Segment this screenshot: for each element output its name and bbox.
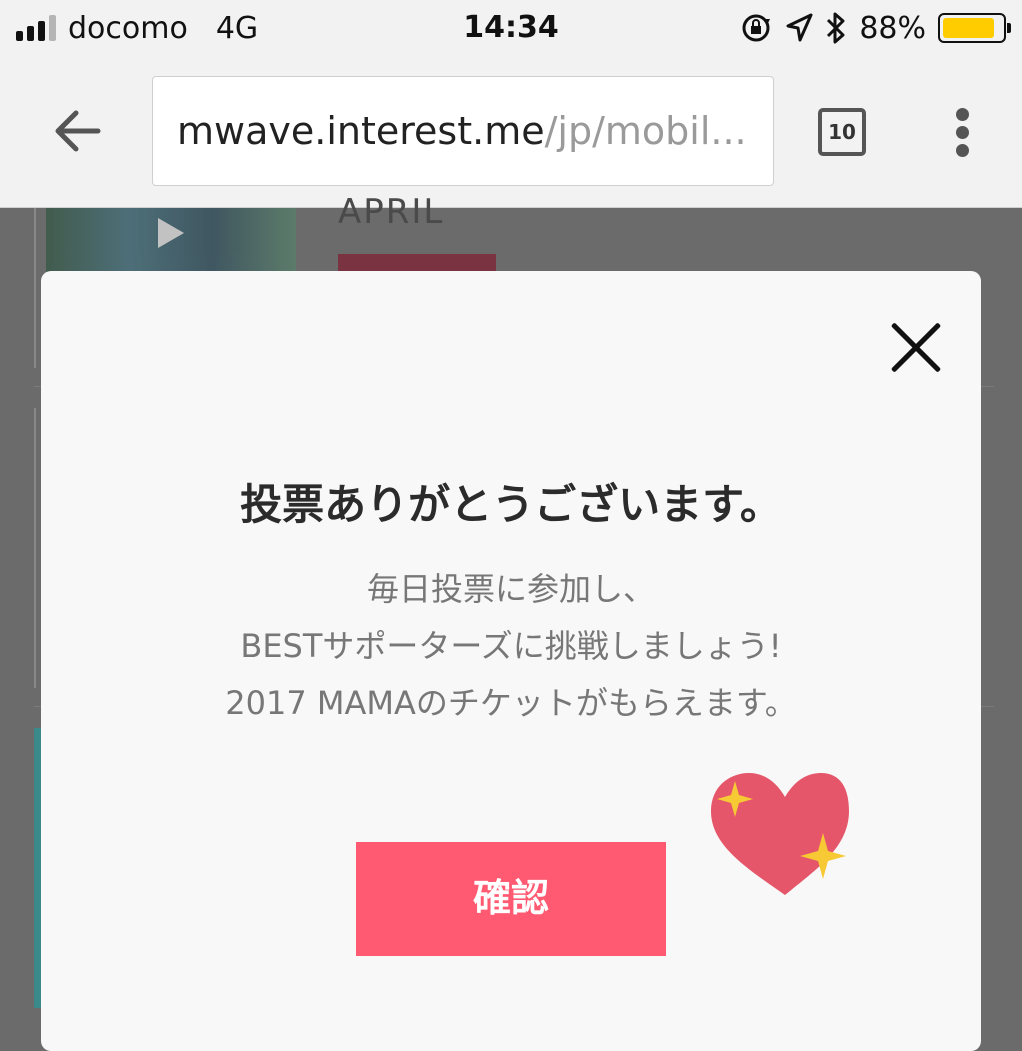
url-bar[interactable]: mwave.interest.me/jp/mobil... xyxy=(152,76,774,186)
location-arrow-icon xyxy=(786,13,813,42)
bluetooth-icon xyxy=(827,12,845,44)
confirm-button[interactable]: 確認 xyxy=(356,842,666,956)
play-icon xyxy=(158,218,184,248)
artist-name: APRIL xyxy=(338,192,445,232)
divider xyxy=(34,408,36,688)
back-arrow-icon[interactable] xyxy=(50,103,106,159)
orientation-lock-icon xyxy=(742,14,771,42)
divider xyxy=(34,208,36,368)
status-right: 88% xyxy=(739,10,1011,46)
vote-thanks-dialog: 投票ありがとうございます。 毎日投票に参加し、 BESTサポーターズに挑戦しまし… xyxy=(41,271,981,1051)
more-vert-icon[interactable] xyxy=(948,108,976,164)
status-bar: docomo 4G 14:34 88% xyxy=(0,0,1022,58)
battery-percent: 88% xyxy=(859,10,926,46)
dialog-message: 毎日投票に参加し、 BESTサポーターズに挑戦しましょう! 2017 MAMAの… xyxy=(41,561,981,732)
sparkling-heart-icon xyxy=(711,773,849,895)
message-line: 2017 MAMAのチケットがもらえます。 xyxy=(225,684,797,722)
url-path: /jp/mobil... xyxy=(544,109,747,153)
message-line: 毎日投票に参加し、 xyxy=(366,570,655,608)
dialog-title: 投票ありがとうございます。 xyxy=(240,480,782,529)
tab-switcher-button[interactable]: 10 xyxy=(818,108,866,156)
url-host: mwave.interest.me xyxy=(177,109,545,153)
close-icon[interactable] xyxy=(889,321,943,375)
video-thumbnail xyxy=(46,208,296,272)
browser-toolbar: mwave.interest.me/jp/mobil... 10 xyxy=(0,58,1022,208)
battery-icon xyxy=(938,13,1011,43)
message-line: BESTサポーターズに挑戦しましょう! xyxy=(240,627,782,665)
